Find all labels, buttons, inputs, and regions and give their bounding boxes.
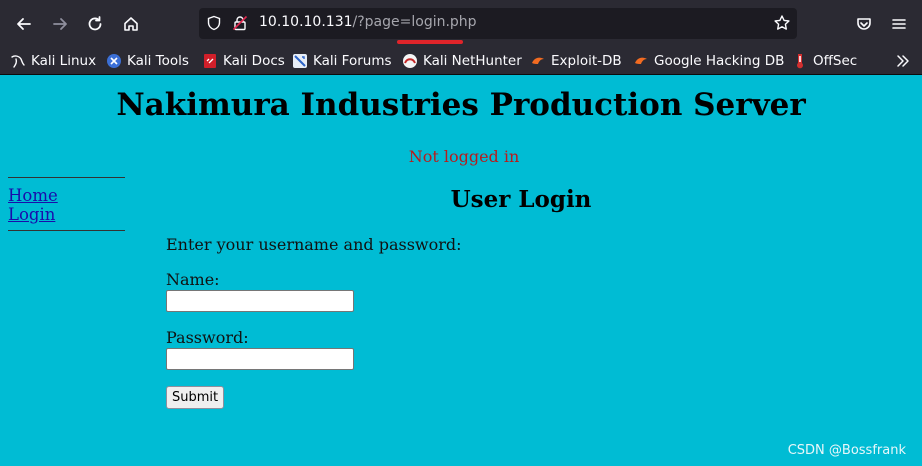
login-form: Enter your username and password: Name: … (166, 235, 766, 409)
ghdb-icon (635, 57, 647, 64)
bookmark-star-icon[interactable] (773, 14, 791, 32)
submit-button[interactable]: Submit (166, 386, 225, 409)
chevron-overflow-icon[interactable] (894, 52, 912, 70)
browser-toolbar: 10.10.10.131/?page=login.php (0, 0, 922, 48)
exploit-db-icon (532, 57, 544, 64)
password-input[interactable] (166, 348, 354, 370)
name-input[interactable] (166, 290, 354, 312)
instructions-text: Enter your username and password: (166, 235, 462, 254)
bookmark-kali-linux[interactable]: Kali Linux (10, 51, 96, 71)
name-label: Name: (166, 270, 220, 289)
bookmarks-toolbar: Kali Linux Kali Tools Kali Docs Kali For… (0, 48, 922, 75)
pocket-button[interactable] (850, 10, 878, 38)
bookmark-offsec[interactable]: OffSec (792, 51, 857, 71)
url-text[interactable]: 10.10.10.131/?page=login.php (259, 14, 477, 30)
bookmark-label: OffSec (813, 53, 858, 69)
kali-docs-icon (204, 54, 216, 68)
bookmark-label: Exploit-DB (551, 53, 622, 69)
bookmark-label: Kali Linux (31, 53, 97, 69)
forward-button[interactable] (46, 10, 74, 38)
app-menu-button[interactable] (885, 10, 913, 38)
bookmark-google-hacking-db[interactable]: Google Hacking DB (633, 51, 784, 71)
kali-tools-icon (107, 54, 121, 68)
shield-icon[interactable] (206, 15, 222, 31)
login-status: Not logged in (408, 147, 520, 166)
watermark: CSDN @Bossfrank (787, 443, 906, 458)
bookmark-exploit-db[interactable]: Exploit-DB (530, 51, 622, 71)
reload-button[interactable] (81, 10, 109, 38)
red-underline-annotation (397, 40, 463, 44)
bookmark-label: Kali Docs (223, 53, 285, 69)
pocket-icon (857, 18, 871, 30)
forward-arrow-icon (53, 18, 67, 30)
nethunter-icon (403, 54, 417, 68)
home-button[interactable] (117, 10, 145, 38)
page-title: Nakimura Industries Production Server (116, 87, 806, 123)
hamburger-menu-icon (892, 19, 906, 29)
bookmark-kali-forums[interactable]: Kali Forums (292, 51, 392, 71)
kali-forums-icon (293, 54, 307, 68)
offsec-icon (797, 54, 803, 69)
bookmark-kali-nethunter[interactable]: Kali NetHunter (402, 51, 522, 71)
bookmark-kali-docs[interactable]: Kali Docs (202, 51, 285, 71)
home-icon (124, 17, 138, 31)
bookmark-kali-tools[interactable]: Kali Tools (106, 51, 189, 71)
kali-dragon-icon (11, 55, 25, 68)
back-arrow-icon (17, 18, 31, 30)
bookmark-label: Kali Tools (127, 53, 189, 69)
login-heading: User Login (450, 186, 592, 213)
insecure-lock-icon[interactable] (232, 15, 248, 31)
back-button[interactable] (10, 10, 38, 38)
url-path: /?page=login.php (352, 14, 477, 30)
page-content: Nakimura Industries Production Server No… (0, 75, 922, 466)
bookmark-label: Google Hacking DB (654, 53, 785, 69)
reload-icon (88, 16, 102, 31)
bookmark-label: Kali Forums (313, 53, 392, 69)
url-host: 10.10.10.131 (259, 14, 353, 30)
address-bar[interactable]: 10.10.10.131/?page=login.php (199, 8, 797, 39)
bookmark-label: Kali NetHunter (423, 53, 522, 69)
password-label: Password: (166, 328, 249, 347)
